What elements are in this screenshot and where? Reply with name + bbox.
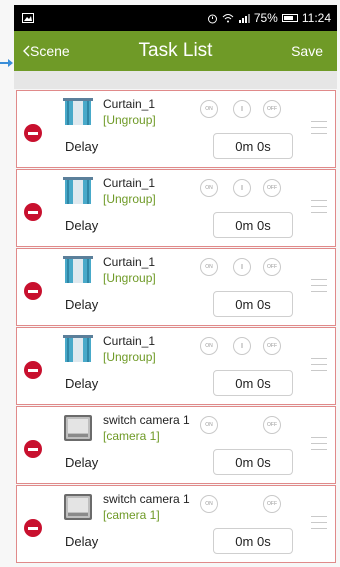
- device-group: [Ungroup]: [103, 350, 156, 364]
- switch-icon: [63, 493, 93, 521]
- device-name: switch camera 1: [103, 492, 190, 506]
- delay-input[interactable]: 0m 0s: [213, 133, 293, 159]
- control-pause-button[interactable]: ||: [233, 179, 251, 197]
- device-name: Curtain_1: [103, 255, 156, 269]
- device-group: [Ungroup]: [103, 271, 156, 285]
- remove-task-button[interactable]: [24, 440, 42, 458]
- delay-input[interactable]: 0m 0s: [213, 212, 293, 238]
- back-label: Scene: [30, 43, 70, 59]
- control-pause-button[interactable]: ||: [233, 258, 251, 276]
- device-group: [camera 1]: [103, 429, 160, 443]
- drag-handle-icon[interactable]: [311, 121, 327, 137]
- device-group: [Ungroup]: [103, 192, 156, 206]
- delay-label: Delay: [65, 139, 99, 154]
- device-name: switch camera 1: [103, 413, 190, 427]
- battery-percent: 75%: [253, 11, 278, 25]
- header-separator: [14, 71, 337, 89]
- control-on-button[interactable]: ON: [200, 179, 218, 197]
- remove-task-button[interactable]: [24, 519, 42, 537]
- wifi-icon: [222, 14, 234, 23]
- control-off-button[interactable]: OFF: [263, 100, 281, 118]
- delay-label: Delay: [65, 376, 99, 391]
- task-row: switch camera 1 [camera 1] ON OFF Delay 0…: [16, 406, 336, 484]
- control-off-button[interactable]: OFF: [263, 337, 281, 355]
- alarm-icon: [207, 14, 217, 23]
- drag-handle-icon[interactable]: [311, 200, 327, 216]
- image-notification-icon: [22, 13, 34, 23]
- drag-handle-icon[interactable]: [311, 358, 327, 374]
- control-on-button[interactable]: ON: [200, 100, 218, 118]
- device-name: Curtain_1: [103, 176, 156, 190]
- curtain-icon: [63, 98, 93, 126]
- delay-input[interactable]: 0m 0s: [213, 291, 293, 317]
- task-row: Curtain_1 [Ungroup] ON || OFF Delay 0m 0s: [16, 169, 336, 247]
- curtain-icon: [63, 335, 93, 363]
- remove-task-button[interactable]: [24, 203, 42, 221]
- device-group: [Ungroup]: [103, 113, 156, 127]
- remove-task-button[interactable]: [24, 124, 42, 142]
- delay-label: Delay: [65, 218, 99, 233]
- drag-handle-icon[interactable]: [311, 279, 327, 295]
- signal-icon: [238, 14, 250, 23]
- control-off-button[interactable]: OFF: [263, 179, 281, 197]
- remove-task-button[interactable]: [24, 282, 42, 300]
- control-on-button[interactable]: ON: [200, 495, 218, 513]
- task-row: Curtain_1 [Ungroup] ON || OFF Delay 0m 0s: [16, 90, 336, 168]
- device-group: [camera 1]: [103, 508, 160, 522]
- app-header: Scene Task List Save: [14, 31, 337, 71]
- curtain-icon: [63, 256, 93, 284]
- delay-input[interactable]: 0m 0s: [213, 528, 293, 554]
- task-list: Curtain_1 [Ungroup] ON || OFF Delay 0m 0s …: [16, 89, 336, 563]
- back-button[interactable]: Scene: [22, 31, 70, 71]
- control-off-button[interactable]: OFF: [263, 258, 281, 276]
- delay-label: Delay: [65, 534, 99, 549]
- save-button[interactable]: Save: [291, 31, 323, 71]
- switch-icon: [63, 414, 93, 442]
- clock-time: 11:24: [301, 11, 331, 25]
- control-on-button[interactable]: ON: [200, 258, 218, 276]
- delay-label: Delay: [65, 297, 99, 312]
- delay-input[interactable]: 0m 0s: [213, 449, 293, 475]
- battery-icon: [281, 14, 298, 22]
- remove-task-button[interactable]: [24, 361, 42, 379]
- control-on-button[interactable]: ON: [200, 337, 218, 355]
- task-row: Curtain_1 [Ungroup] ON || OFF Delay 0m 0s: [16, 248, 336, 326]
- phone-screen: 75% 11:24 Scene Task List Save Curtain_1…: [0, 0, 340, 567]
- control-pause-button[interactable]: ||: [233, 100, 251, 118]
- task-row: Curtain_1 [Ungroup] ON || OFF Delay 0m 0s: [16, 327, 336, 405]
- chevron-left-icon: [23, 45, 30, 57]
- arrow-right-icon: [0, 59, 13, 67]
- delay-label: Delay: [65, 455, 99, 470]
- delay-input[interactable]: 0m 0s: [213, 370, 293, 396]
- curtain-icon: [63, 177, 93, 205]
- device-name: Curtain_1: [103, 334, 156, 348]
- device-name: Curtain_1: [103, 97, 156, 111]
- drag-handle-icon[interactable]: [311, 437, 327, 453]
- control-pause-button[interactable]: ||: [233, 337, 251, 355]
- control-off-button[interactable]: OFF: [263, 495, 281, 513]
- status-bar: 75% 11:24: [14, 5, 337, 31]
- control-on-button[interactable]: ON: [200, 416, 218, 434]
- drag-handle-icon[interactable]: [311, 516, 327, 532]
- task-row: switch camera 1 [camera 1] ON OFF Delay 0…: [16, 485, 336, 563]
- control-off-button[interactable]: OFF: [263, 416, 281, 434]
